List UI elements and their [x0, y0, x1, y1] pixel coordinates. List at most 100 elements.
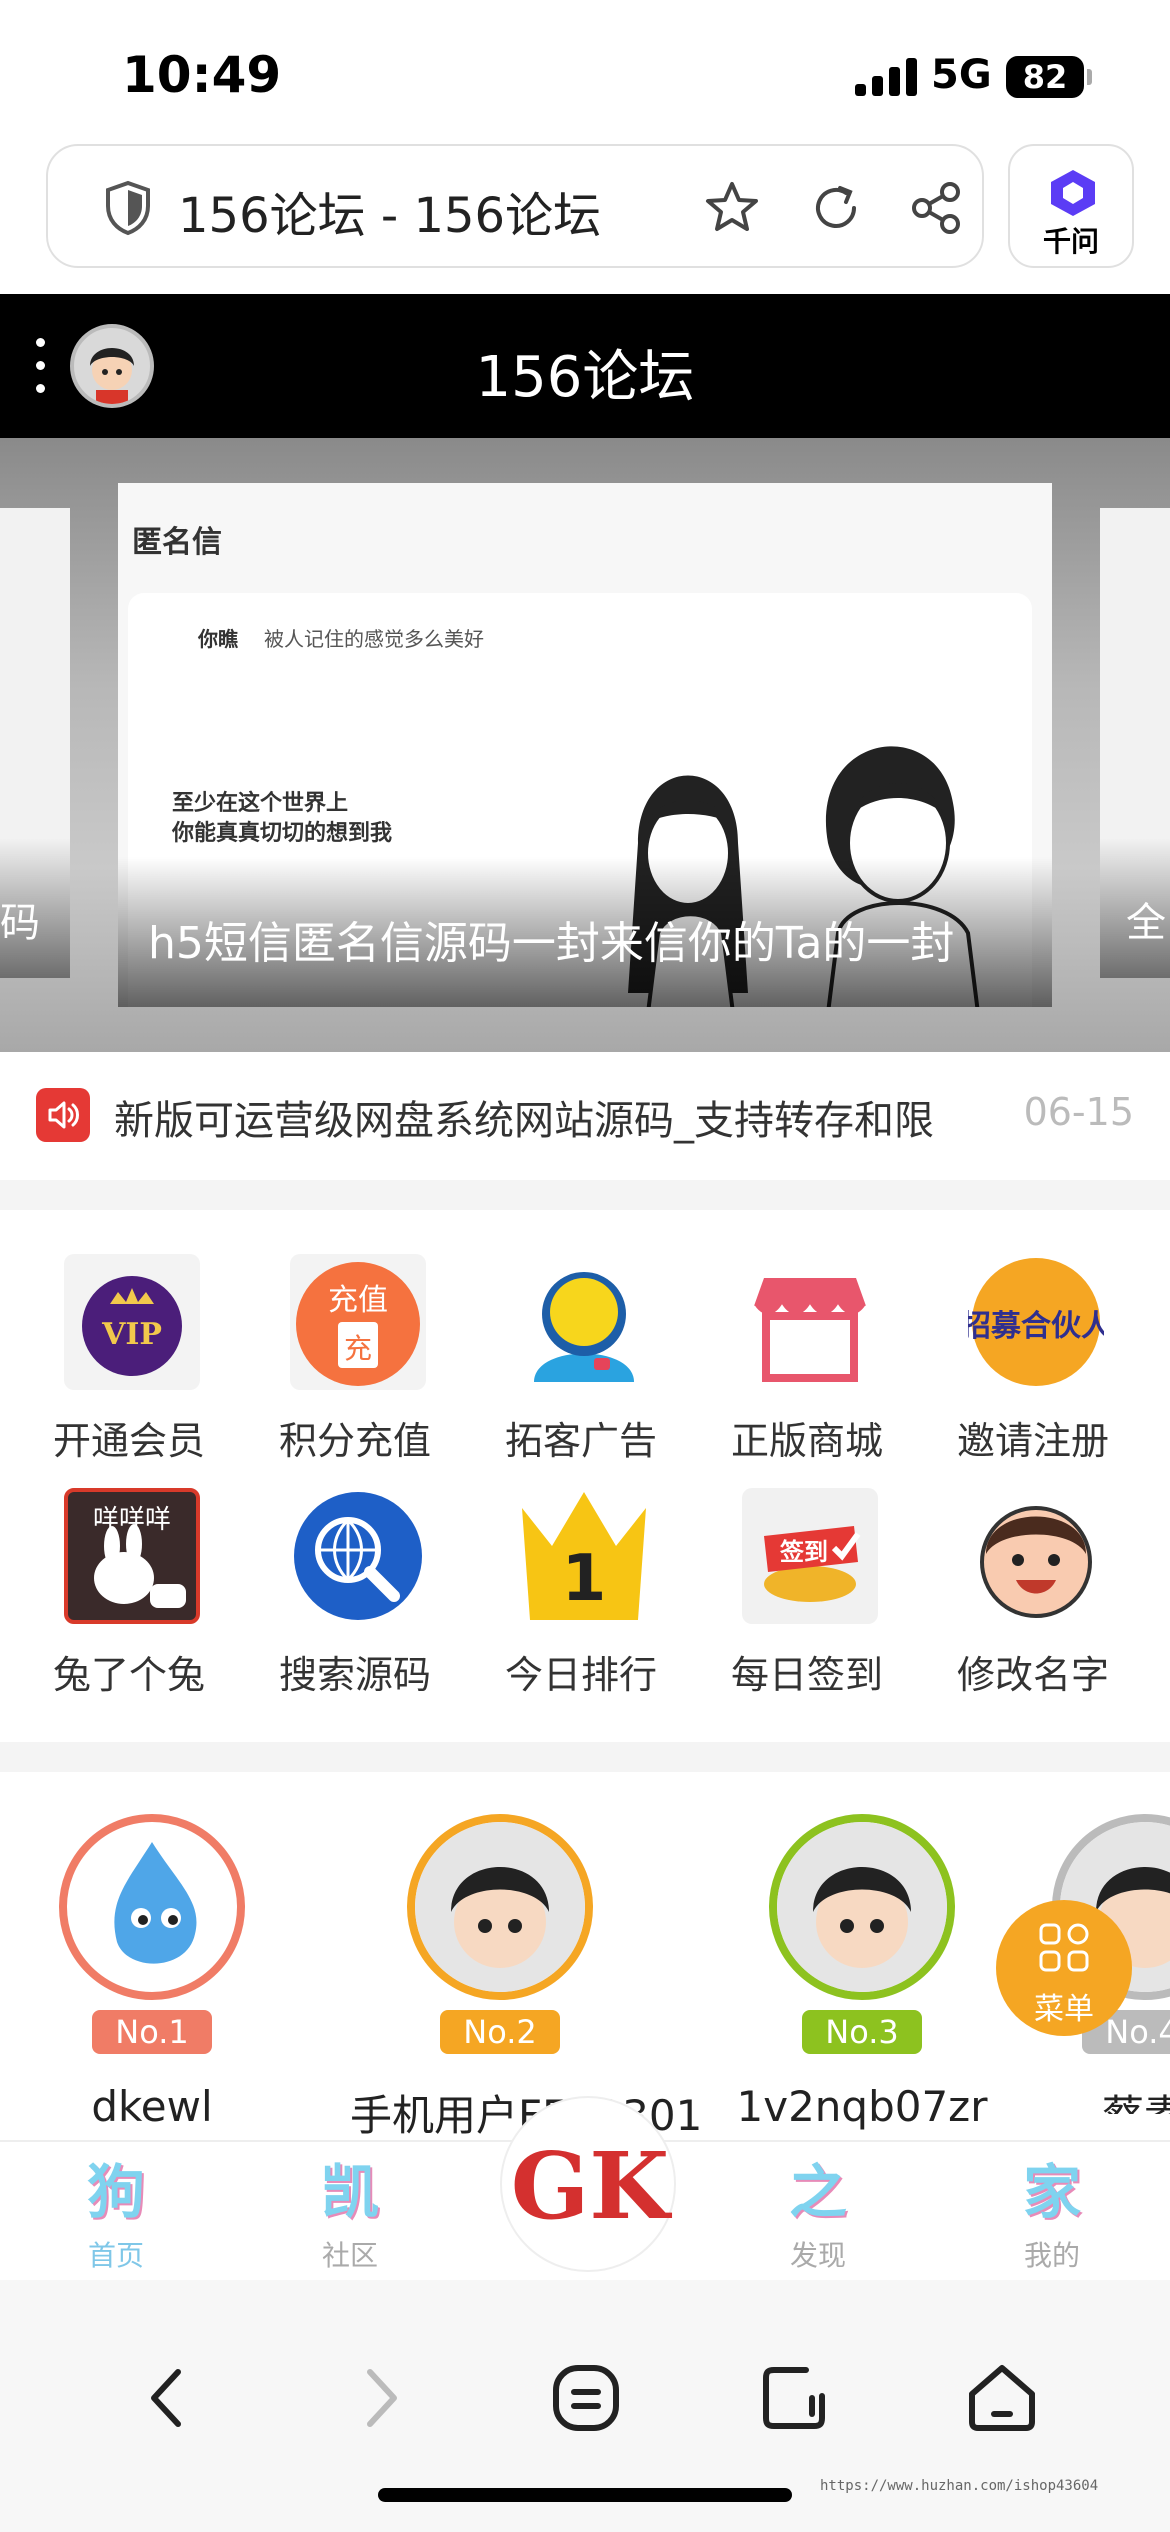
section-divider [0, 1742, 1170, 1772]
tab-glyph: 狗 [86, 2158, 145, 2226]
avatar [769, 1814, 955, 2000]
shield-icon [106, 180, 150, 236]
signal-icon [855, 58, 917, 96]
face-icon [968, 1488, 1104, 1624]
slide-image-lines: 至少在这个世界上 你能真真切切的想到我 [172, 791, 393, 846]
prev-slide-caption: 码 [0, 900, 40, 946]
page-title: 156论坛 - 156论坛 [178, 188, 602, 244]
address-bar[interactable]: 156论坛 - 156论坛 [46, 144, 984, 268]
grid-label: 修改名字 [956, 1653, 1109, 1697]
vip-icon: VIP [64, 1254, 200, 1390]
search-globe-icon [290, 1488, 426, 1624]
promo-ad-icon [516, 1254, 652, 1390]
slide-caption-overlay: h5短信匿名信源码一封来信你的Ta的一封 [118, 857, 1052, 1007]
banner-carousel[interactable]: 码 全 匿名信 你瞧 被人记住的感觉多么美好 至少在这个世界上 你能真真切切的想… [0, 438, 1170, 1052]
site-header: 156论坛 [0, 294, 1170, 438]
rank-username: 1v2nqb07zr [736, 2082, 988, 2131]
ranking-list: No.1 dkewl No.2 手机用户FE73301 No.3 1v2nqb0… [0, 1774, 1170, 2142]
qianwen-button[interactable]: 千问 [1008, 144, 1134, 268]
grid-label: 兔了个兔 [52, 1653, 205, 1697]
network-type: 5G [931, 52, 992, 98]
watermark: https://www.huzhan.com/ishop43604 [820, 2478, 1099, 2494]
qianwen-logo-icon [1051, 170, 1095, 216]
grid-item-rename[interactable]: 修改名字 [920, 1446, 1146, 1697]
store-icon [742, 1254, 878, 1390]
reload-icon[interactable] [806, 178, 866, 238]
grid-item-store[interactable]: 正版商城 [694, 1212, 920, 1463]
recharge-icon: 充值 充 [290, 1254, 426, 1390]
tab-community[interactable]: 凯 社区 [280, 2156, 420, 2276]
forward-icon[interactable] [336, 2356, 420, 2440]
site-title: 156论坛 [475, 345, 695, 410]
floating-menu-button[interactable]: 菜单 [996, 1900, 1132, 2036]
next-slide-caption: 全 [1126, 900, 1166, 946]
tab-glyph: 之 [788, 2158, 847, 2226]
announcement-bar[interactable]: 新版可运营级网盘系统网站源码_支持转存和限 06-15 [0, 1052, 1170, 1180]
status-bar: 10:49 5G 82 [0, 0, 1170, 140]
crown-rank-icon: 1 [516, 1488, 652, 1624]
tab-discover[interactable]: 之 发现 [748, 2156, 888, 2276]
speaker-icon [36, 1088, 90, 1142]
status-time: 10:49 [122, 46, 282, 104]
invite-icon: 招募合伙人 [968, 1254, 1104, 1390]
tabs-icon[interactable] [752, 2356, 836, 2440]
ranking-item[interactable]: No.3 1v2nqb07zr [712, 1814, 1012, 2131]
grid-label: 每日签到 [730, 1653, 883, 1697]
menu-icon[interactable] [544, 2356, 628, 2440]
grid-item-invite[interactable]: 招募合伙人 邀请注册 [920, 1212, 1146, 1463]
grid-item-recharge[interactable]: 充值 充 积分充值 [242, 1212, 468, 1463]
grid-item-promo-ad[interactable]: 拓客广告 [468, 1212, 694, 1463]
slide-image-title: 匿名信 [132, 525, 222, 560]
ranking-item[interactable]: No.1 dkewl [2, 1814, 302, 2131]
home-indicator[interactable] [378, 2488, 792, 2502]
slide-image-quote: 被人记住的感觉多么美好 [264, 627, 484, 651]
carousel-next-slide[interactable]: 全 [1100, 508, 1170, 978]
rank-badge: No.1 [92, 2010, 212, 2054]
carousel-prev-slide[interactable]: 码 [0, 508, 70, 978]
rank-username: dkewl [91, 2082, 213, 2131]
center-logo-text: GK [510, 2132, 670, 2240]
tab-glyph: 凯 [320, 2158, 379, 2226]
avatar [59, 1814, 245, 2000]
announcement-text: 新版可运营级网盘系统网站源码_支持转存和限 [114, 1098, 934, 1144]
rabbit-icon: 咩咩咩 [64, 1488, 200, 1624]
grid-item-vip[interactable]: VIP 开通会员 [16, 1212, 242, 1463]
tab-home[interactable]: 狗 首页 [46, 2156, 186, 2276]
qianwen-label: 千问 [1042, 225, 1099, 258]
tab-label: 我的 [1023, 2239, 1080, 2272]
battery-icon: 82 [1006, 56, 1092, 98]
star-icon[interactable] [702, 178, 762, 238]
tab-label: 首页 [87, 2239, 144, 2272]
rank-badge: No.3 [802, 2010, 922, 2054]
svg-text:VIP: VIP [101, 1317, 162, 1352]
tab-label: 社区 [321, 2239, 378, 2272]
svg-text:1: 1 [562, 1542, 607, 1616]
tab-label: 发现 [789, 2239, 846, 2272]
carousel-slide[interactable]: 匿名信 你瞧 被人记住的感觉多么美好 至少在这个世界上 你能真真切切的想到我 h… [118, 483, 1052, 1007]
svg-text:充值: 充值 [328, 1283, 388, 1318]
tab-glyph: 家 [1022, 2158, 1081, 2226]
grid-item-rabbit[interactable]: 咩咩咩 兔了个兔 [16, 1446, 242, 1697]
floating-menu-label: 菜单 [1034, 1992, 1094, 2027]
grid-label: 今日排行 [504, 1653, 657, 1697]
rank-badge: No.2 [440, 2010, 560, 2054]
rank-username: 蔡素 [1102, 2082, 1170, 2114]
home-icon[interactable] [960, 2356, 1044, 2440]
share-icon[interactable] [906, 178, 966, 238]
slide-caption: h5短信匿名信源码一封来信你的Ta的一封 [148, 918, 955, 969]
tab-mine[interactable]: 家 我的 [982, 2156, 1122, 2276]
feature-grid: VIP 开通会员 充值 充 积分充值 拓客广告 正版商城 招募合伙人 邀请注册 … [0, 1212, 1170, 1740]
grid-item-checkin[interactable]: 签到 每日签到 [694, 1446, 920, 1697]
grid-item-search-source[interactable]: 搜索源码 [242, 1446, 468, 1697]
grid-label: 搜索源码 [278, 1653, 431, 1697]
svg-text:招募合伙人: 招募合伙人 [968, 1309, 1104, 1344]
ranking-item[interactable]: No.2 手机用户FE73301 [350, 1814, 702, 2140]
section-divider [0, 1180, 1170, 1210]
back-icon[interactable] [128, 2356, 212, 2440]
grid-item-today-rank[interactable]: 1 今日排行 [468, 1446, 694, 1697]
announcement-date: 06-15 [1023, 1090, 1134, 1134]
center-logo-button[interactable]: GK [500, 2096, 676, 2272]
svg-text:签到: 签到 [779, 1538, 828, 1566]
checkin-icon: 签到 [742, 1488, 878, 1624]
avatar [407, 1814, 593, 2000]
